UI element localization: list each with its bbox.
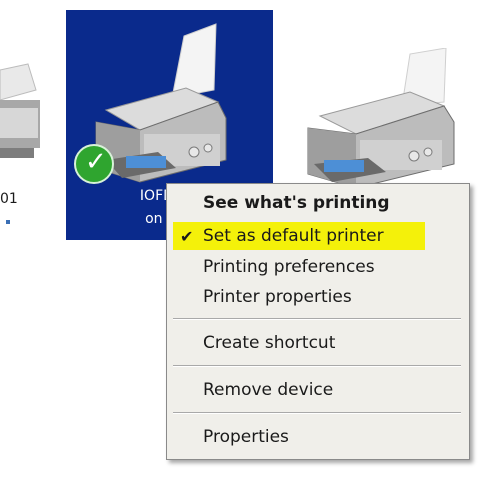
default-checkmark-icon: ✓ [74,144,114,184]
menu-item-properties[interactable]: Properties [203,424,289,450]
menu-item-printing-preferences[interactable]: Printing preferences [203,254,375,280]
printer-device-left[interactable] [0,60,40,180]
context-menu: See what's printing ✔ Set as default pri… [166,183,470,460]
menu-item-set-default-printer[interactable]: Set as default printer [203,223,384,249]
printer-icon [307,48,455,188]
printer-icon [0,63,40,158]
menu-separator [173,412,461,414]
menu-separator [173,318,461,320]
menu-item-create-shortcut[interactable]: Create shortcut [203,330,335,356]
checkmark-icon: ✔ [180,227,194,246]
device-label-left-line2 [6,220,10,224]
menu-item-see-whats-printing[interactable]: See what's printing [203,190,390,216]
menu-item-remove-device[interactable]: Remove device [203,377,333,403]
printer-device-right[interactable] [294,48,478,188]
device-label-left: 01 [0,191,18,207]
menu-separator [173,365,461,367]
menu-item-printer-properties[interactable]: Printer properties [203,284,352,310]
